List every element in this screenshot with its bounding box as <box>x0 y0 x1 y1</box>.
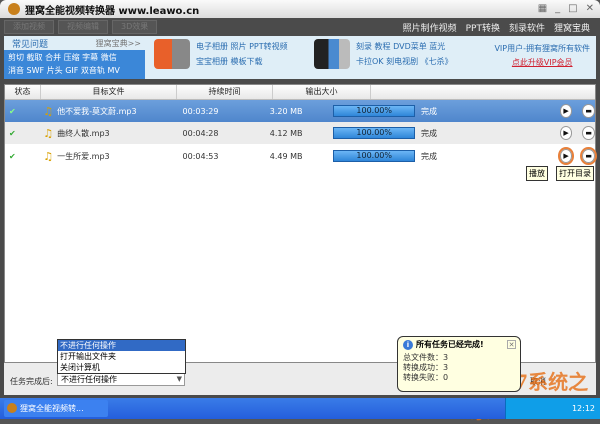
option-shutdown[interactable]: 关闭计算机 <box>58 362 185 373</box>
ad-banner: 常见问题 狸窝宝典>> 剪切 截取 合并 压缩 字幕 微信 消音 SWF 片头 GI… <box>4 36 596 79</box>
chevron-down-icon[interactable]: ▼ <box>177 374 182 385</box>
title-bar: 狸窝全能视频转换器 www.leawo.cn ▦ _ □ ✕ <box>0 0 600 18</box>
selected-value: 不进行任何操作 <box>61 375 117 384</box>
duration: 00:03:29 <box>182 106 219 116</box>
size: 3.20 MB <box>269 106 303 116</box>
after-complete-dropdown: 不进行任何操作 打开输出文件夹 关闭计算机 <box>57 339 186 374</box>
col-size[interactable]: 输出大小 <box>273 85 371 99</box>
ad-burn-links[interactable]: 刻录 教程 DVD菜单 蓝光 <box>356 39 453 54</box>
add-video-button[interactable]: 添加视频 <box>4 20 54 34</box>
col-status[interactable]: 状态 <box>5 85 41 99</box>
progress-bar: 100.00% <box>333 105 415 117</box>
open-folder-button[interactable]: ▬ <box>580 147 597 165</box>
dvd-icon <box>314 39 350 69</box>
play-button[interactable]: ▶ <box>557 147 575 165</box>
task-list: 状态 目标文件 持续时间 输出大小 ✔ ♫ 他不爱我-莫文蔚.mp3 00:03:… <box>4 84 597 363</box>
table-row[interactable]: ✔ ♫ 曲终人散.mp3 00:04:28 4.12 MB 100.00% 完成 … <box>5 122 595 144</box>
faq-links-2[interactable]: 消音 SWF 片头 GIF 双音轨 MV <box>8 64 141 77</box>
music-file-icon: ♫ <box>43 126 54 140</box>
progress-bar: 100.00% <box>333 127 415 139</box>
col-duration[interactable]: 持续时间 <box>177 85 273 99</box>
minimize-button[interactable]: _ <box>555 3 560 14</box>
system-tray: 12:12 <box>505 398 600 419</box>
total-files: 总文件数：3 <box>403 353 449 362</box>
edit-video-button[interactable]: 视频编辑 <box>58 20 108 34</box>
play-tooltip: 播放 <box>526 166 548 181</box>
success-count: 转换成功：3 <box>403 363 449 372</box>
music-file-icon: ♫ <box>43 104 54 118</box>
ppt-icon <box>154 39 190 69</box>
completion-balloon: i 所有任务已经完成! ✕ 总文件数：3 转换成功：3 转换失败：0 <box>397 336 521 392</box>
table-row[interactable]: ✔ ♫ 一生所爱.mp3 00:04:53 4.49 MB 100.00% 完成 … <box>5 145 597 167</box>
vip-upgrade-link[interactable]: 点此升级VIP会员 <box>512 58 573 67</box>
faq-links-1[interactable]: 剪切 截取 合并 压缩 字幕 微信 <box>8 51 141 64</box>
balloon-title: 所有任务已经完成! <box>416 340 484 349</box>
ad-karaoke-links[interactable]: 卡拉OK 刻电视剧 《七杀》 <box>356 54 453 69</box>
close-button[interactable]: ✕ <box>586 3 594 14</box>
link-photo-video[interactable]: 照片制作视频 <box>403 21 457 34</box>
ad-template-links[interactable]: 宝宝相册 模板下载 <box>196 54 288 69</box>
check-icon: ✔ <box>9 151 16 161</box>
size: 4.49 MB <box>269 151 303 161</box>
size: 4.12 MB <box>269 128 303 138</box>
option-none[interactable]: 不进行任何操作 <box>58 340 185 351</box>
maximize-button[interactable]: □ <box>568 3 577 14</box>
check-icon: ✔ <box>9 106 16 116</box>
open-folder-button[interactable]: ▬ <box>582 104 595 118</box>
status-text: 完成 <box>420 106 437 116</box>
info-icon: i <box>403 340 413 350</box>
table-row[interactable]: ✔ ♫ 他不爱我-莫文蔚.mp3 00:03:29 3.20 MB 100.00%… <box>5 100 595 122</box>
toolbar: 添加视频 视频编辑 3D效果 照片制作视频 PPT转换 刻录软件 狸窝宝典 <box>0 18 600 36</box>
duration: 00:04:53 <box>182 151 219 161</box>
faq-title[interactable]: 常见问题 <box>12 37 48 50</box>
skin-icon[interactable]: ▦ <box>538 3 547 14</box>
link-burn[interactable]: 刻录软件 <box>509 21 545 34</box>
status-text: 完成 <box>420 151 437 161</box>
option-open-folder[interactable]: 打开输出文件夹 <box>58 351 185 362</box>
duration: 00:04:28 <box>182 128 219 138</box>
open-dir-tooltip: 打开目录 <box>556 166 594 181</box>
play-button[interactable]: ▶ <box>559 126 573 140</box>
file-name: 一生所爱.mp3 <box>57 151 110 161</box>
open-folder-button[interactable]: ▬ <box>582 126 595 140</box>
file-name: 曲终人散.mp3 <box>57 128 110 138</box>
status-text: 完成 <box>420 128 437 138</box>
col-file[interactable]: 目标文件 <box>41 85 177 99</box>
ad-album-links[interactable]: 电子相册 照片 PPT转视频 <box>196 39 288 54</box>
faq-more-link[interactable]: 狸窝宝典>> <box>96 38 141 49</box>
file-name: 他不爱我-莫文蔚.mp3 <box>57 106 137 116</box>
check-icon: ✔ <box>9 128 16 138</box>
balloon-close-button[interactable]: ✕ <box>507 340 516 349</box>
app-logo-icon <box>8 3 20 15</box>
link-guide[interactable]: 狸窝宝典 <box>554 21 590 34</box>
progress-bar: 100.00% <box>333 150 415 162</box>
3d-effect-button[interactable]: 3D效果 <box>112 20 158 34</box>
taskbar: 狸窝全能视频转... 12:12 <box>0 398 600 419</box>
taskbar-app-button[interactable]: 狸窝全能视频转... <box>4 400 108 417</box>
after-complete-select[interactable]: 不进行任何操作 ▼ <box>57 373 185 386</box>
link-ppt[interactable]: PPT转换 <box>466 21 500 34</box>
clock: 12:12 <box>571 404 595 413</box>
music-file-icon: ♫ <box>43 149 54 163</box>
after-complete-label: 任务完成后: <box>10 377 53 386</box>
fail-count: 转换失败：0 <box>403 373 449 382</box>
window-title: 狸窝全能视频转换器 www.leawo.cn <box>25 5 200 17</box>
play-button[interactable]: ▶ <box>559 104 573 118</box>
vip-text: VIP用户-拥有狸窝所有软件 <box>494 44 590 53</box>
